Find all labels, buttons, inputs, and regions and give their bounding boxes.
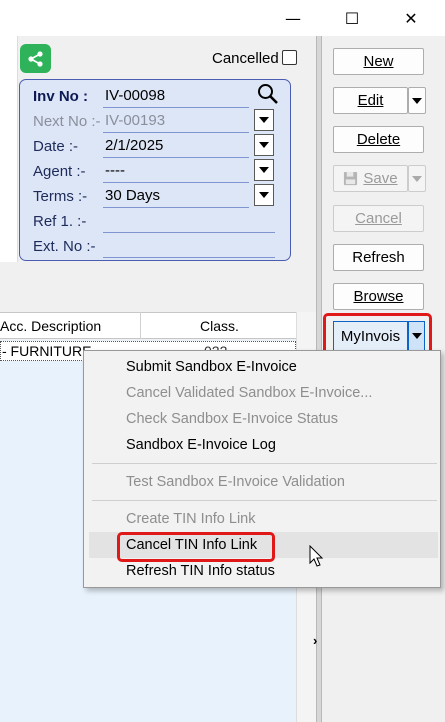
- chevron-down-icon: [259, 142, 269, 148]
- share-button[interactable]: [20, 44, 51, 73]
- share-icon: [27, 50, 43, 67]
- agent-label: Agent :-: [33, 163, 86, 180]
- refresh-button[interactable]: Refresh: [333, 244, 424, 271]
- delete-button-label: Delete: [356, 131, 401, 148]
- save-dropdown-button[interactable]: [408, 165, 426, 192]
- edit-button[interactable]: Edit: [333, 87, 408, 114]
- chevron-down-icon: [259, 117, 269, 123]
- cancel-button-label: Cancel: [355, 210, 402, 227]
- next-no-dropdown[interactable]: [254, 109, 274, 131]
- new-button[interactable]: New: [333, 48, 424, 75]
- terms-label: Terms :-: [33, 188, 88, 205]
- menu-item-submit-sandbox-einvoice[interactable]: Submit Sandbox E-Invoice: [126, 359, 297, 375]
- date-label: Date :-: [33, 138, 79, 155]
- delete-button[interactable]: Delete: [333, 126, 424, 153]
- date-dropdown[interactable]: [254, 134, 274, 156]
- agent-dropdown[interactable]: [254, 159, 274, 181]
- menu-separator: [92, 500, 437, 501]
- column-divider: [140, 312, 141, 339]
- cancelled-label: Cancelled: [212, 50, 279, 67]
- expand-arrow-icon[interactable]: ›: [313, 633, 317, 648]
- ref1-field[interactable]: [103, 209, 275, 233]
- cancelled-checkbox[interactable]: [282, 50, 297, 65]
- close-button[interactable]: ✕: [388, 0, 434, 36]
- ext-no-field[interactable]: [103, 234, 275, 258]
- menu-item-create-tin-info-link[interactable]: Create TIN Info Link: [126, 511, 256, 527]
- edit-button-label: Edit: [357, 92, 384, 109]
- inv-no-field[interactable]: IV-00098: [103, 84, 249, 108]
- chevron-down-icon: [412, 97, 422, 104]
- agent-field[interactable]: ----: [103, 159, 249, 183]
- menu-separator: [92, 463, 437, 464]
- save-button[interactable]: Save: [333, 165, 408, 192]
- next-no-field: IV-00193: [103, 109, 249, 133]
- chevron-down-icon: [259, 167, 269, 173]
- chevron-down-icon: [259, 192, 269, 198]
- chevron-down-icon: [412, 175, 422, 182]
- new-button-label: New: [363, 53, 394, 70]
- ext-no-label: Ext. No :-: [33, 238, 96, 255]
- menu-item-check-sandbox-einvoice-status[interactable]: Check Sandbox E-Invoice Status: [126, 411, 338, 427]
- title-bar: [0, 0, 445, 36]
- maximize-button[interactable]: ☐: [329, 0, 375, 36]
- floppy-disk-icon: [344, 171, 358, 186]
- minimize-button[interactable]: —: [270, 0, 316, 36]
- left-form-strip: [0, 36, 18, 262]
- terms-dropdown[interactable]: [254, 184, 274, 206]
- column-header-acc-description[interactable]: Acc. Description: [0, 318, 101, 334]
- mouse-cursor-icon: [309, 545, 324, 567]
- column-header-class[interactable]: Class.: [200, 318, 239, 334]
- next-no-label: Next No :-: [33, 113, 101, 130]
- menu-item-refresh-tin-info-status[interactable]: Refresh TIN Info status: [126, 563, 275, 579]
- date-field[interactable]: 2/1/2025: [103, 134, 249, 158]
- table-cell-description: - FURNITURE: [2, 343, 92, 359]
- browse-button-label: Browse: [353, 288, 404, 305]
- cancel-tin-highlight-box: [117, 532, 275, 562]
- refresh-button-label: Refresh: [352, 249, 405, 266]
- terms-field[interactable]: 30 Days: [103, 184, 249, 208]
- inv-no-label: Inv No :: [33, 88, 88, 105]
- menu-item-cancel-validated-sandbox-einvoice[interactable]: Cancel Validated Sandbox E-Invoice...: [126, 385, 372, 401]
- menu-item-sandbox-einvoice-log[interactable]: Sandbox E-Invoice Log: [126, 437, 276, 453]
- cancel-button[interactable]: Cancel: [333, 205, 424, 232]
- search-icon[interactable]: [256, 82, 280, 106]
- edit-dropdown-button[interactable]: [408, 87, 426, 114]
- save-button-label: Save: [363, 170, 398, 187]
- browse-button[interactable]: Browse: [333, 283, 424, 310]
- ref1-label: Ref 1. :-: [33, 213, 87, 230]
- menu-item-test-sandbox-einvoice-validation[interactable]: Test Sandbox E-Invoice Validation: [126, 474, 345, 490]
